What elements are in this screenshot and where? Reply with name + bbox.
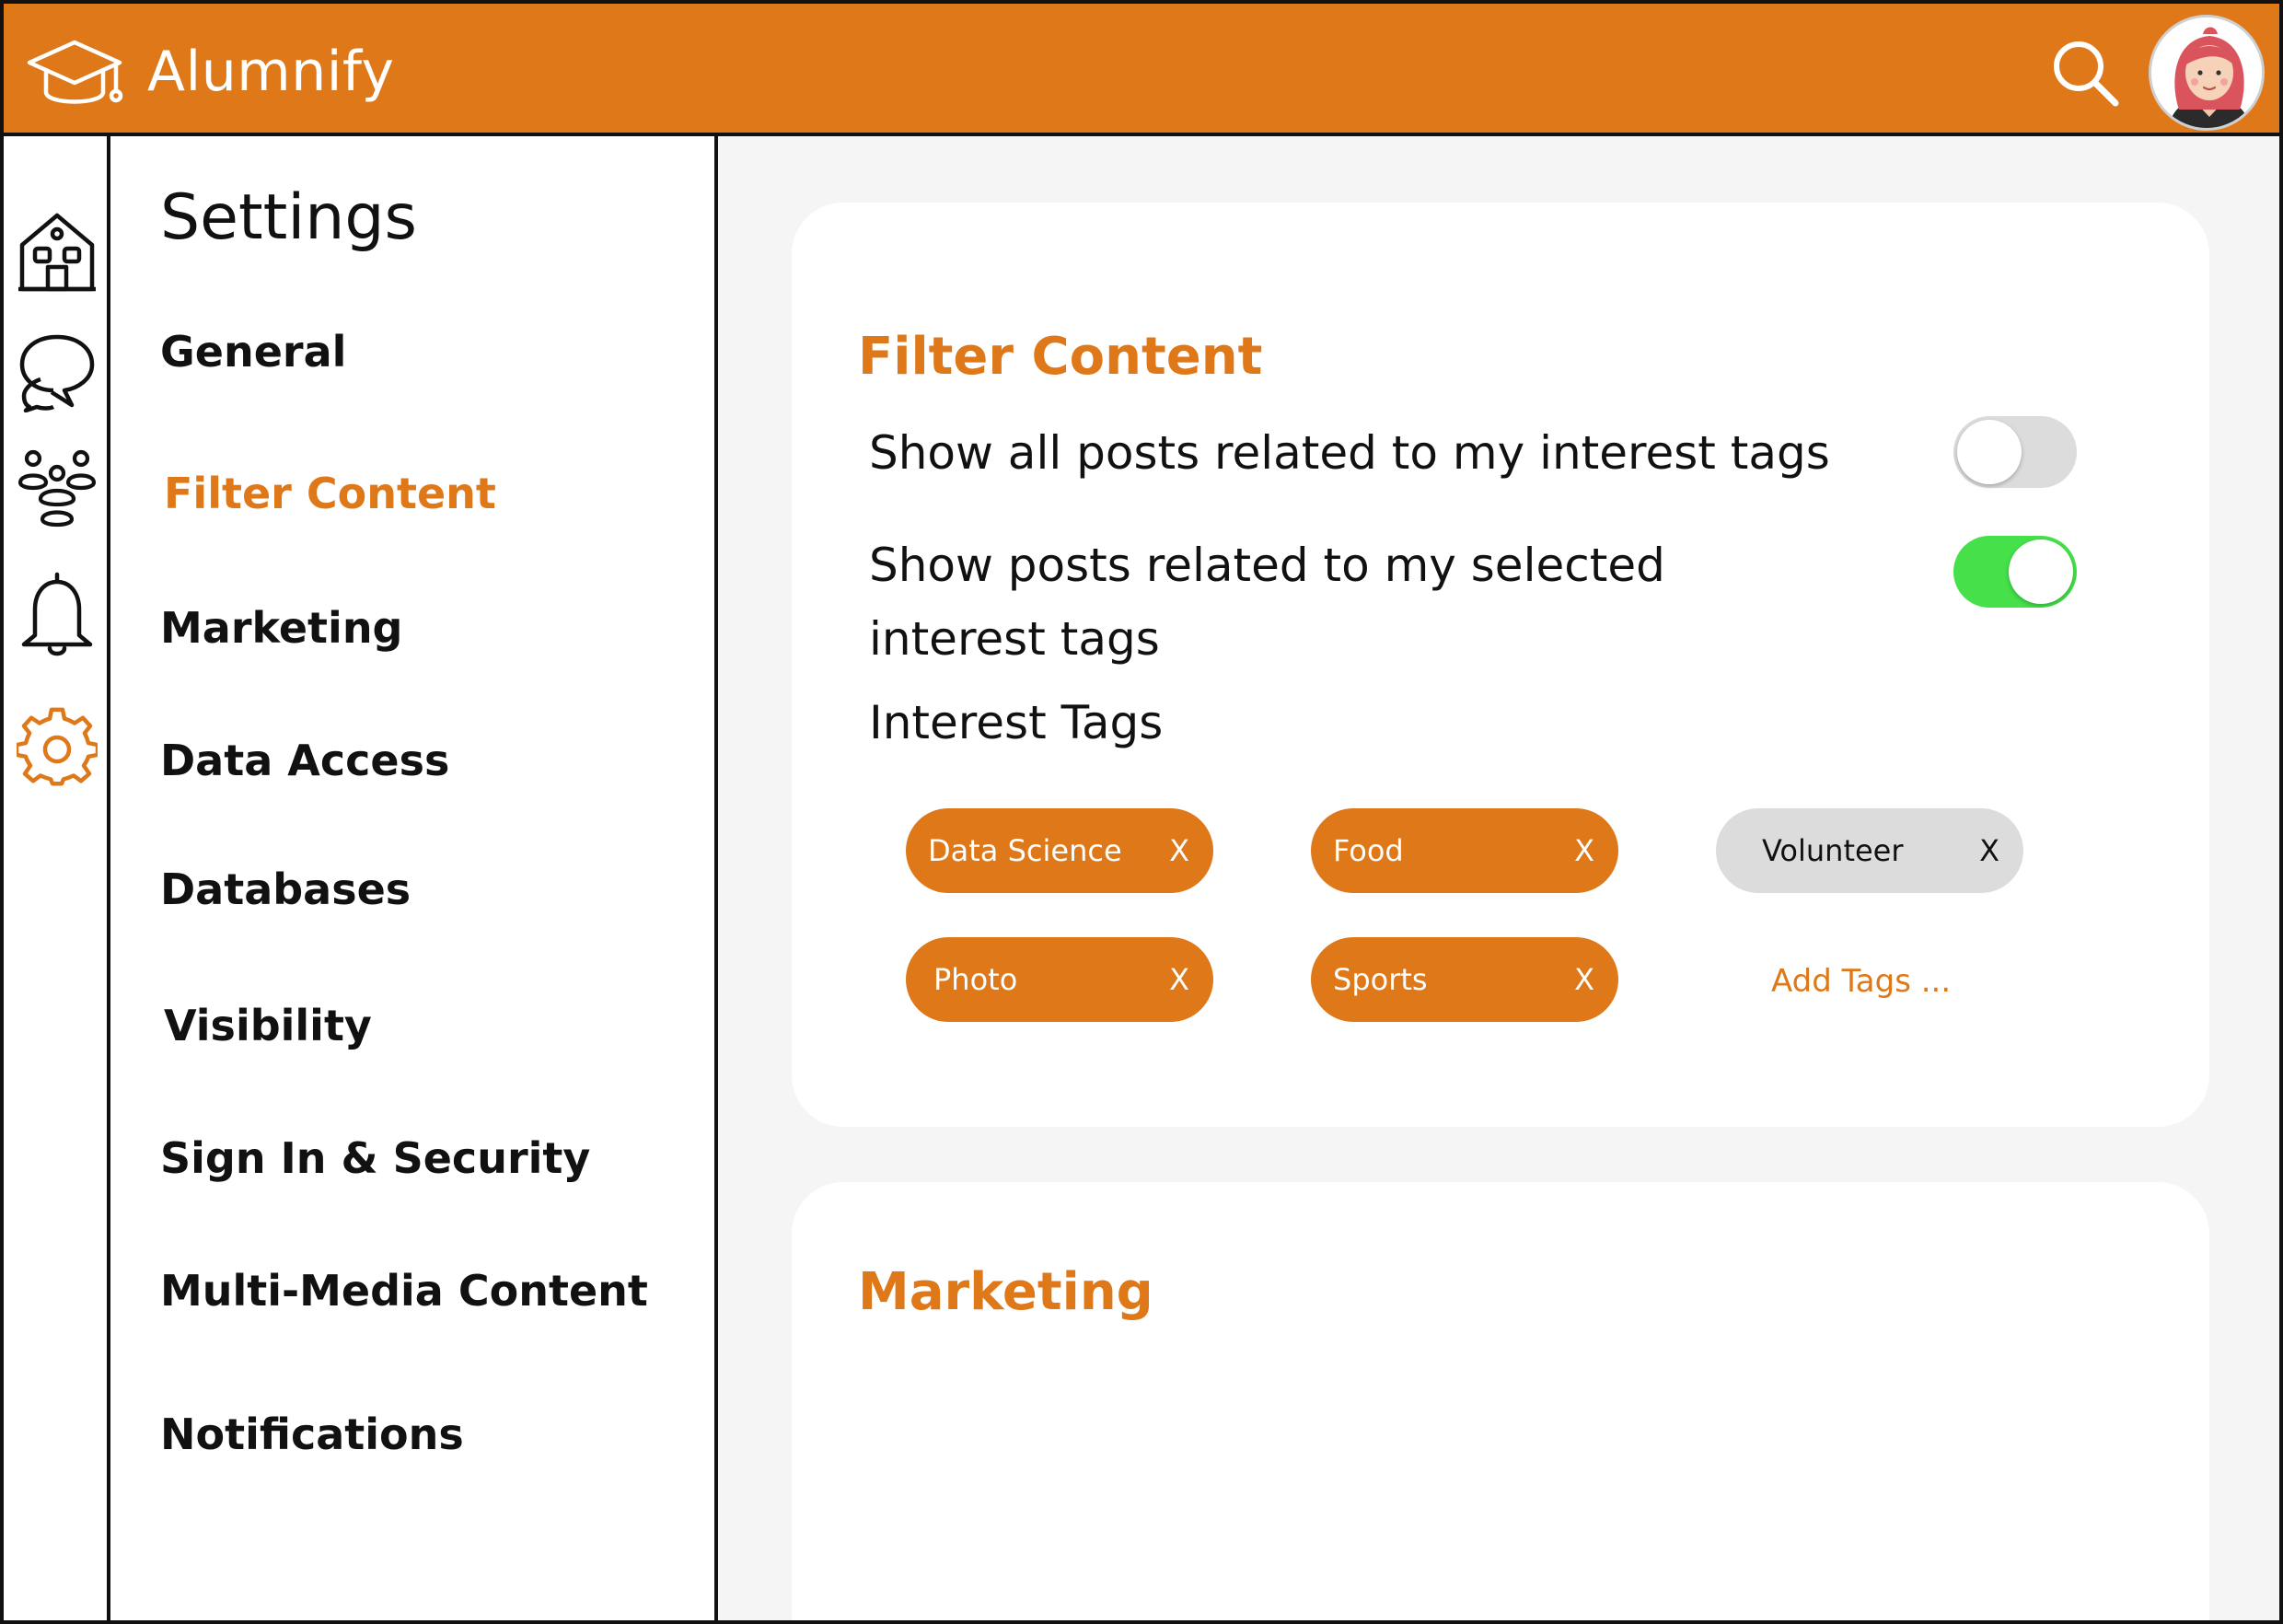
tag-remove-button[interactable]: X — [1979, 808, 1999, 893]
tag-label: Sports — [1333, 962, 1428, 997]
bell-icon — [21, 572, 93, 656]
app-window: Alumnify Settings General Filter Content… — [0, 0, 2283, 1624]
filter-content-heading: Filter Content — [858, 327, 1263, 387]
nav-chat[interactable] — [17, 330, 98, 413]
tag-remove-button[interactable]: X — [1574, 937, 1594, 1022]
chat-icon — [19, 334, 95, 413]
icon-rail — [4, 136, 110, 1620]
menu-item-filter-content[interactable]: Filter Content — [164, 466, 496, 521]
marketing-card: Marketing — [792, 1182, 2209, 1620]
settings-menu: Settings General Filter Content Marketin… — [110, 136, 718, 1620]
tag-label: Photo — [933, 962, 1018, 997]
tag-chip[interactable]: Data Science X — [906, 808, 1213, 893]
tag-remove-button[interactable]: X — [1574, 808, 1594, 893]
tag-remove-button[interactable]: X — [1169, 808, 1189, 893]
tag-remove-button[interactable]: X — [1169, 937, 1189, 1022]
nav-community[interactable] — [17, 446, 98, 528]
app-name: Alumnify — [147, 40, 395, 104]
menu-item-multimedia-content[interactable]: Multi-Media Content — [160, 1263, 648, 1318]
menu-item-notifications[interactable]: Notifications — [160, 1407, 464, 1462]
nav-home[interactable] — [17, 210, 98, 293]
tag-label: Volunteer — [1762, 833, 1904, 868]
avatar-icon — [2151, 17, 2262, 128]
option-selected-posts-label-line2: interest tags — [869, 612, 1160, 666]
menu-item-marketing[interactable]: Marketing — [160, 600, 403, 655]
top-bar: Alumnify — [4, 4, 2279, 136]
tag-chip[interactable]: Food X — [1311, 808, 1618, 893]
nav-notifications[interactable] — [17, 569, 98, 656]
home-icon — [18, 213, 96, 292]
community-icon — [17, 449, 97, 528]
graduation-cap-icon — [27, 40, 123, 104]
tag-label: Data Science — [928, 833, 1122, 868]
add-tags-link[interactable]: Add Tags ... — [1771, 956, 1951, 1007]
search-icon — [2054, 41, 2119, 107]
tag-chip[interactable]: Volunteer X — [1716, 808, 2023, 893]
nav-settings[interactable] — [14, 707, 100, 790]
menu-item-data-access[interactable]: Data Access — [160, 733, 449, 788]
user-avatar[interactable] — [2149, 15, 2265, 131]
settings-title: Settings — [160, 181, 417, 254]
option-all-posts-label: Show all posts related to my interest ta… — [869, 426, 1830, 480]
main-content: Filter Content Show all posts related to… — [718, 136, 2279, 1620]
option-selected-posts-label-line1: Show posts related to my selected — [869, 539, 1665, 592]
toggle-knob — [1957, 420, 2022, 484]
toggle-knob — [2009, 539, 2073, 604]
menu-item-sign-in-security[interactable]: Sign In & Security — [160, 1131, 590, 1186]
toggle-all-posts[interactable] — [1953, 416, 2077, 488]
search-button[interactable] — [2049, 37, 2123, 110]
tag-label: Food — [1333, 833, 1404, 868]
menu-item-databases[interactable]: Databases — [160, 862, 411, 917]
interest-tags-label: Interest Tags — [869, 696, 1164, 749]
menu-item-visibility[interactable]: Visibility — [164, 998, 372, 1053]
menu-item-general[interactable]: General — [160, 324, 346, 379]
tag-chip[interactable]: Sports X — [1311, 937, 1618, 1022]
toggle-selected-posts[interactable] — [1953, 536, 2077, 608]
marketing-heading: Marketing — [858, 1262, 1153, 1322]
tag-chip[interactable]: Photo X — [906, 937, 1213, 1022]
filter-content-card: Filter Content Show all posts related to… — [792, 203, 2209, 1127]
gear-icon — [14, 707, 100, 786]
